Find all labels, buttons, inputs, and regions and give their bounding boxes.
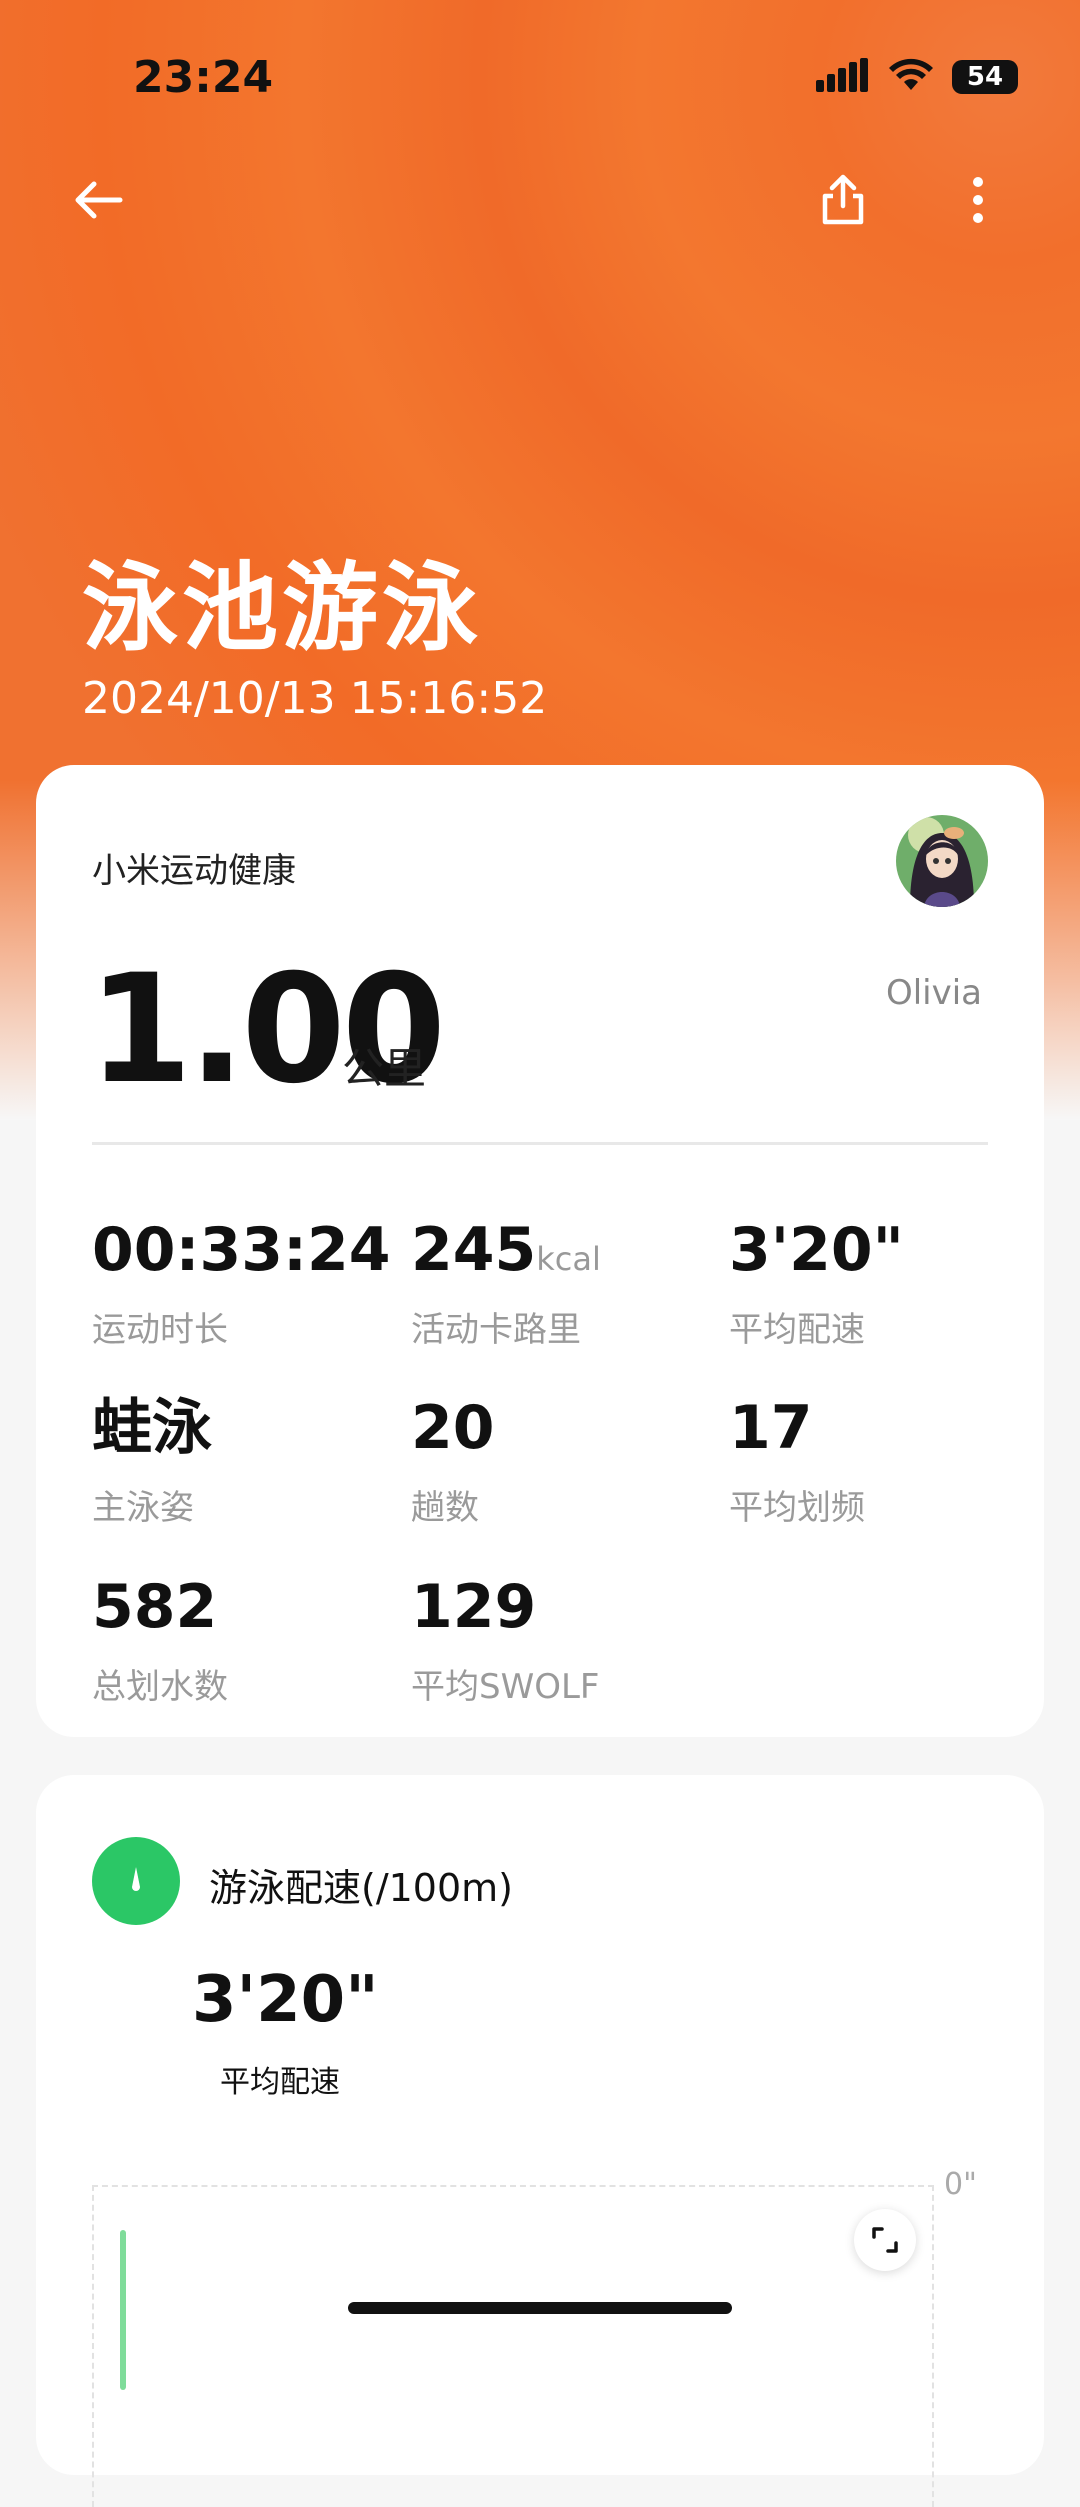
stat-value: 582: [92, 1572, 218, 1642]
gauge-icon: [132, 1867, 140, 1891]
stat-stroke-rate: 17 平均划频: [729, 1398, 865, 1529]
pace-label: 平均配速: [220, 2065, 340, 2100]
stat-unit: kcal: [536, 1240, 601, 1278]
pace-chart-line: [120, 2230, 126, 2390]
stat-label: 平均划频: [729, 1488, 865, 1528]
stat-value: 129: [411, 1572, 537, 1642]
page-title: 泳池游泳: [82, 552, 482, 664]
stat-label: 平均配速: [729, 1310, 865, 1350]
brand-label: 小米运动健康: [92, 851, 296, 891]
stat-value: 20: [411, 1393, 495, 1463]
share-button[interactable]: [803, 160, 883, 240]
stat-laps: 20 趟数: [411, 1398, 495, 1529]
distance-unit: 公里: [342, 1044, 427, 1093]
avatar-image: [896, 815, 988, 907]
stat-label: 趟数: [411, 1488, 479, 1528]
stat-avg-pace: 3'20" 平均配速: [729, 1220, 904, 1351]
pace-chart: [92, 2185, 934, 2507]
share-icon: [822, 174, 864, 225]
stat-value: 17: [729, 1393, 813, 1463]
expand-icon: [872, 2227, 898, 2253]
stat-value: 00:33:24: [92, 1215, 391, 1285]
pace-card-title: 游泳配速(/100m): [209, 1866, 514, 1910]
stat-total-strokes: 582 总划水数: [92, 1577, 228, 1708]
chart-axis-max: 0": [944, 2167, 977, 2202]
stat-label: 总划水数: [92, 1667, 228, 1707]
stat-duration: 00:33:24 运动时长: [92, 1220, 390, 1351]
top-nav: [0, 160, 1080, 260]
stat-calories: 245kcal 活动卡路里: [411, 1220, 601, 1351]
pace-icon: [92, 1837, 180, 1925]
status-time: 23:24: [133, 52, 274, 103]
signal-icon: [816, 58, 870, 96]
stat-value: 245kcal: [411, 1215, 601, 1285]
divider: [92, 1142, 988, 1145]
expand-chart-button[interactable]: [854, 2209, 916, 2271]
more-button[interactable]: [938, 160, 1018, 240]
stat-main-stroke: 蛙泳 主泳姿: [92, 1398, 212, 1529]
username: Olivia: [885, 973, 982, 1013]
stat-value: 蛙泳: [92, 1393, 212, 1463]
avatar[interactable]: [896, 815, 988, 907]
battery-indicator: 54: [952, 60, 1018, 94]
stat-swolf: 129 平均SWOLF: [411, 1577, 599, 1708]
stat-label: 运动时长: [92, 1310, 228, 1350]
pace-value: 3'20": [192, 1963, 379, 2037]
status-icons: 54: [816, 58, 1018, 96]
pace-card[interactable]: 游泳配速(/100m) 3'20" 平均配速 0": [36, 1775, 1044, 2507]
summary-card: 小米运动健康 Olivia 1.00 公里 00:33:24 运动时长 245k…: [36, 765, 1044, 1737]
back-button[interactable]: [58, 160, 138, 240]
wifi-icon: [888, 58, 934, 96]
workout-datetime: 2024/10/13 15:16:52: [82, 673, 548, 724]
stat-label: 平均SWOLF: [411, 1667, 600, 1707]
home-indicator[interactable]: [348, 2302, 732, 2314]
stat-label: 主泳姿: [92, 1488, 194, 1528]
more-vertical-icon: [973, 177, 983, 223]
stat-label: 活动卡路里: [411, 1310, 581, 1350]
stat-value: 3'20": [729, 1215, 904, 1285]
back-arrow-icon: [75, 181, 123, 219]
